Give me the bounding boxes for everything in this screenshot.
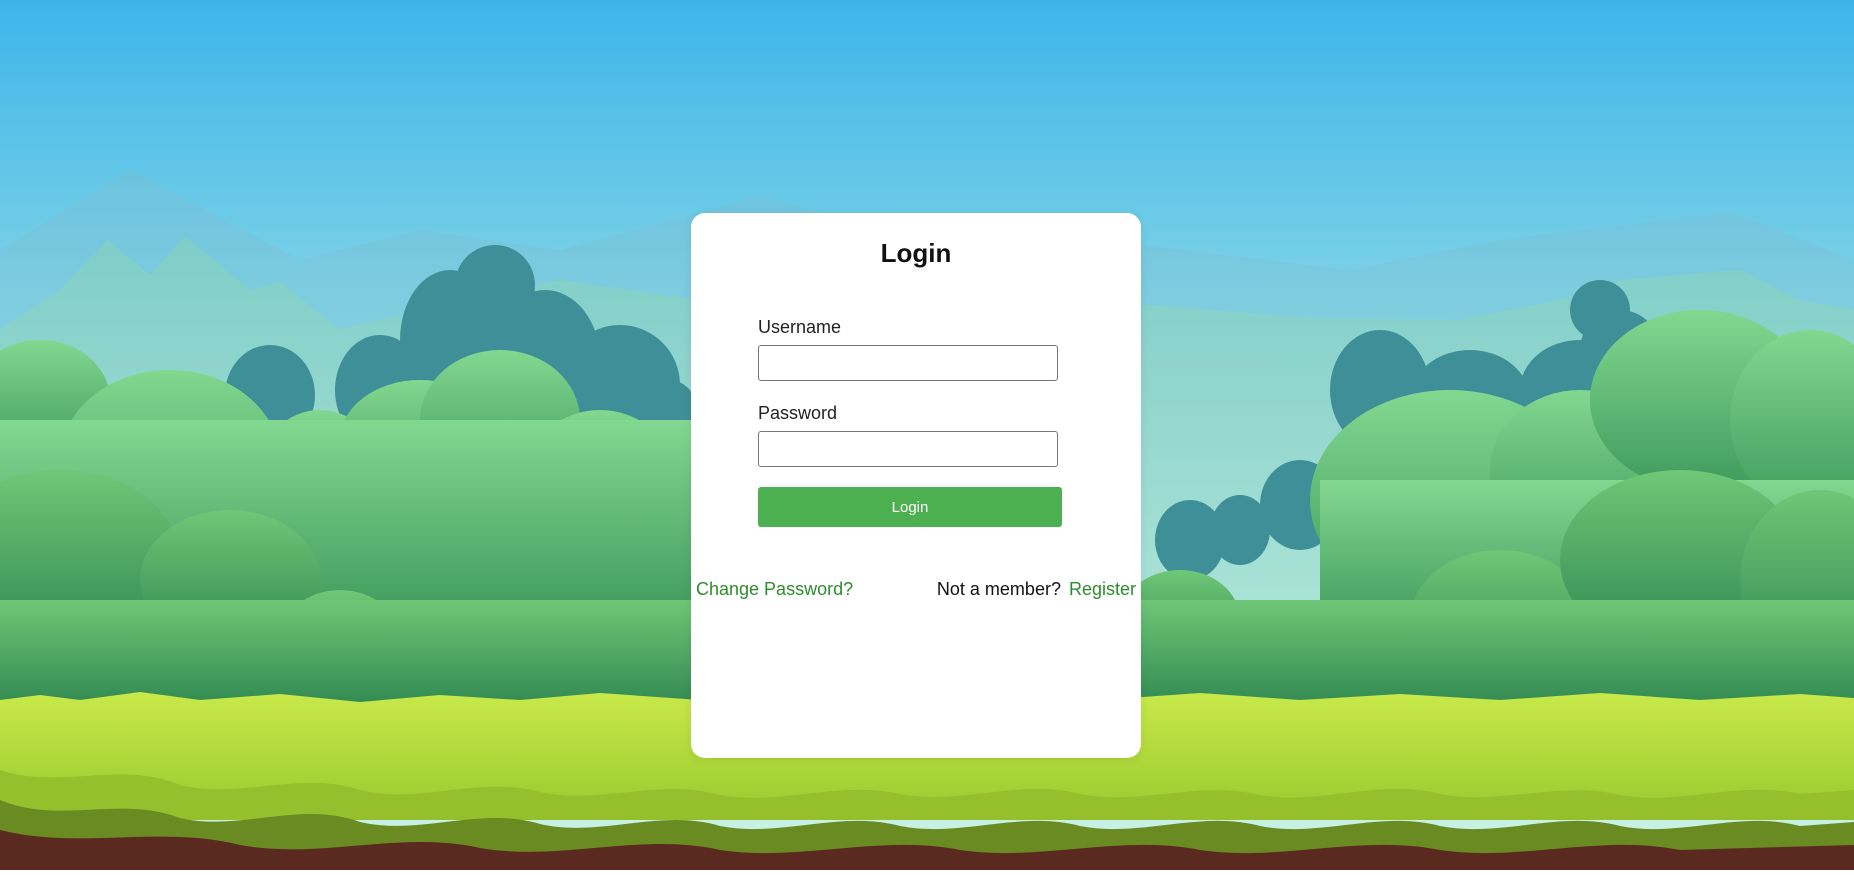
username-input[interactable] <box>758 345 1058 381</box>
password-label: Password <box>758 403 838 423</box>
change-password-link[interactable]: Change Password? <box>696 579 853 600</box>
login-button[interactable]: Login <box>758 487 1062 527</box>
username-label: Username <box>758 317 842 337</box>
register-group: Not a member? Register <box>937 579 1136 600</box>
password-input[interactable] <box>758 431 1058 467</box>
login-title: Login <box>880 238 952 268</box>
register-link[interactable]: Register <box>1069 579 1136 599</box>
not-member-text: Not a member? <box>936 579 1061 599</box>
login-card: Login Username Password Login Change Pas… <box>691 213 1141 758</box>
